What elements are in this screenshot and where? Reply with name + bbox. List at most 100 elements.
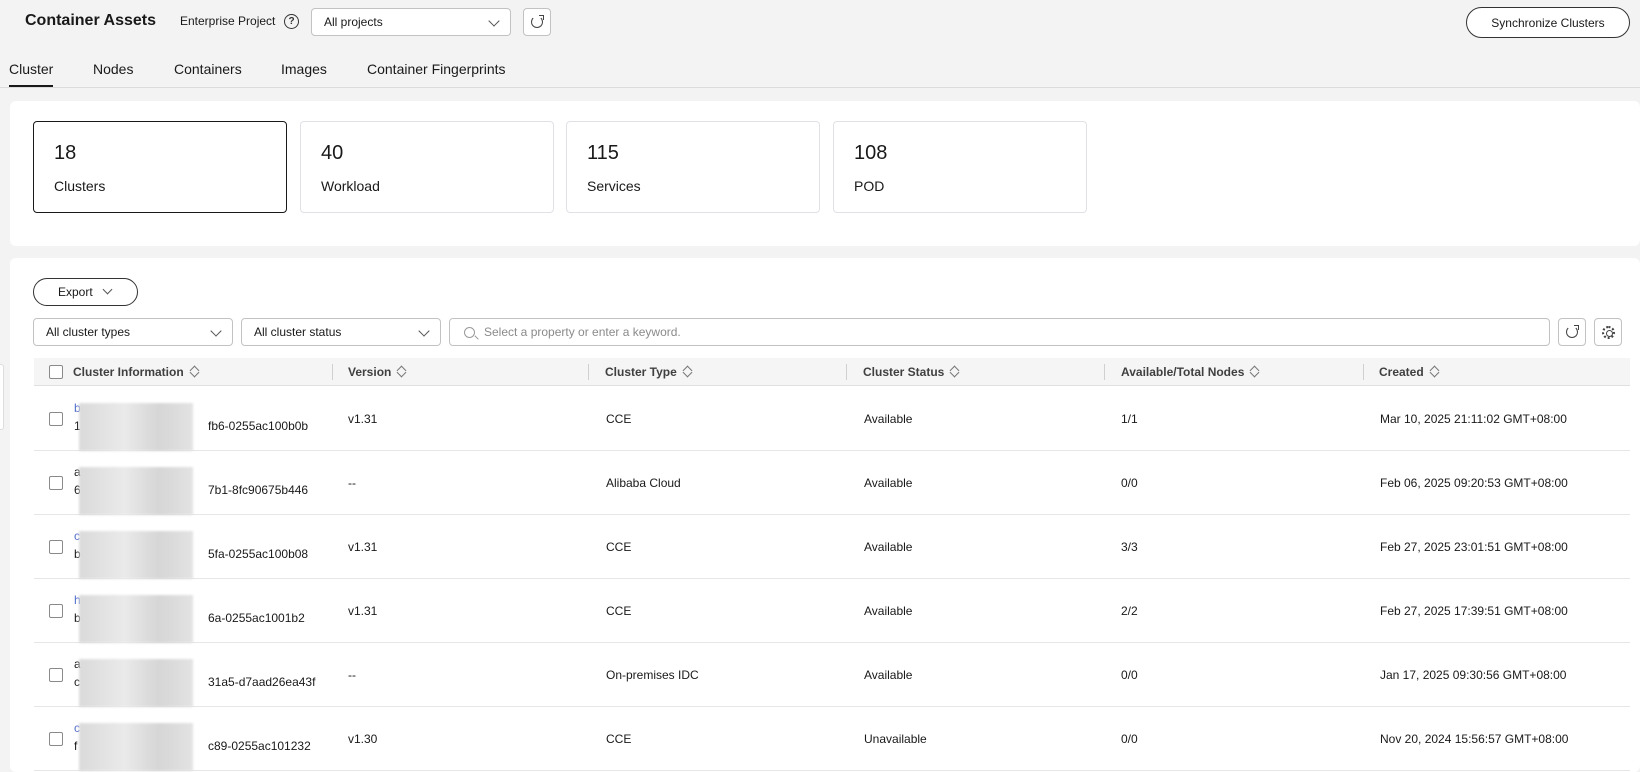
sort-icon[interactable] bbox=[1430, 367, 1440, 378]
refresh-projects-button[interactable] bbox=[523, 8, 551, 36]
gear-icon bbox=[1601, 325, 1615, 339]
tab-bar: Cluster Nodes Containers Images Containe… bbox=[0, 44, 1640, 88]
tab-cluster[interactable]: Cluster bbox=[9, 61, 54, 87]
row-checkbox[interactable] bbox=[49, 604, 63, 618]
stat-label: POD bbox=[854, 178, 885, 194]
table-settings-button[interactable] bbox=[1594, 318, 1622, 346]
stat-label: Workload bbox=[321, 178, 380, 194]
synchronize-clusters-button[interactable]: Synchronize Clusters bbox=[1466, 7, 1630, 38]
row-checkbox[interactable] bbox=[49, 412, 63, 426]
column-header-version[interactable]: Version bbox=[348, 365, 407, 379]
sort-icon[interactable] bbox=[950, 367, 960, 378]
cluster-status-filter[interactable]: All cluster status bbox=[241, 318, 441, 346]
column-header-cluster-type[interactable]: Cluster Type bbox=[605, 365, 693, 379]
created-cell: Feb 27, 2025 23:01:51 GMT+08:00 bbox=[1380, 540, 1568, 554]
sort-icon[interactable] bbox=[397, 367, 407, 378]
side-panel-handle[interactable] bbox=[0, 364, 4, 430]
table-row: a 6 7b1-8fc90675b446 -- Alibaba Cloud Av… bbox=[34, 451, 1630, 515]
tab-images[interactable]: Images bbox=[281, 61, 327, 85]
cluster-type-cell: Alibaba Cloud bbox=[606, 476, 681, 490]
search-icon bbox=[464, 327, 475, 338]
tab-nodes[interactable]: Nodes bbox=[93, 61, 133, 85]
version-cell: -- bbox=[348, 668, 356, 682]
nodes-cell: 1/1 bbox=[1121, 412, 1138, 426]
nodes-cell: 0/0 bbox=[1121, 476, 1138, 490]
stat-card-clusters[interactable]: 18 Clusters bbox=[33, 121, 287, 213]
help-icon[interactable]: ? bbox=[284, 14, 299, 29]
column-header-created[interactable]: Created bbox=[1379, 365, 1440, 379]
stat-label: Clusters bbox=[54, 178, 106, 194]
stat-label: Services bbox=[587, 178, 641, 194]
chevron-down-icon bbox=[210, 325, 222, 337]
column-label: Cluster Information bbox=[73, 365, 184, 379]
table-header: Cluster Information Version Cluster Type… bbox=[34, 358, 1630, 386]
stat-card-workload[interactable]: 40 Workload bbox=[300, 121, 554, 213]
row-checkbox[interactable] bbox=[49, 668, 63, 682]
row-checkbox[interactable] bbox=[49, 540, 63, 554]
select-all-checkbox[interactable] bbox=[49, 365, 63, 379]
cluster-status-cell: Available bbox=[864, 540, 913, 554]
tab-containers[interactable]: Containers bbox=[174, 61, 242, 85]
project-select-value: All projects bbox=[324, 15, 383, 29]
search-input[interactable]: Select a property or enter a keyword. bbox=[449, 318, 1550, 346]
refresh-table-button[interactable] bbox=[1558, 318, 1586, 346]
column-divider bbox=[1104, 364, 1105, 380]
enterprise-project-select[interactable]: All projects bbox=[311, 8, 511, 36]
created-cell: Feb 27, 2025 17:39:51 GMT+08:00 bbox=[1380, 604, 1568, 618]
refresh-icon bbox=[531, 15, 544, 28]
cluster-status-cell: Unavailable bbox=[864, 732, 927, 746]
cluster-id-prefix: f bbox=[74, 739, 78, 753]
cluster-type-cell: On-premises IDC bbox=[606, 668, 699, 682]
tab-container-fingerprints[interactable]: Container Fingerprints bbox=[367, 61, 506, 85]
page-title: Container Assets bbox=[25, 12, 156, 29]
column-divider bbox=[588, 364, 589, 380]
created-cell: Nov 20, 2024 15:56:57 GMT+08:00 bbox=[1380, 732, 1569, 746]
nodes-cell: 2/2 bbox=[1121, 604, 1138, 618]
row-checkbox[interactable] bbox=[49, 732, 63, 746]
stat-card-pod[interactable]: 108 POD bbox=[833, 121, 1087, 213]
cluster-id-suffix: fb6-0255ac100b0b bbox=[208, 419, 309, 433]
redaction-blur bbox=[79, 467, 193, 515]
column-divider bbox=[1363, 364, 1364, 380]
table-row: c b 5fa-0255ac100b08 v1.31 CCE Available… bbox=[34, 515, 1630, 579]
version-cell: -- bbox=[348, 476, 356, 490]
version-cell: v1.31 bbox=[348, 540, 378, 554]
stat-card-services[interactable]: 115 Services bbox=[566, 121, 820, 213]
cluster-id-suffix: 6a-0255ac1001b2 bbox=[208, 611, 305, 625]
version-cell: v1.30 bbox=[348, 732, 378, 746]
column-header-cluster-information[interactable]: Cluster Information bbox=[73, 365, 200, 379]
chevron-down-icon bbox=[488, 15, 500, 27]
enterprise-project-label: Enterprise Project bbox=[180, 14, 276, 28]
chevron-down-icon bbox=[418, 325, 430, 337]
column-label: Cluster Type bbox=[605, 365, 677, 379]
redaction-blur bbox=[79, 531, 193, 579]
cluster-type-filter-value: All cluster types bbox=[46, 325, 131, 339]
column-label: Available/Total Nodes bbox=[1121, 365, 1245, 379]
version-cell: v1.31 bbox=[348, 604, 378, 618]
nodes-cell: 0/0 bbox=[1121, 668, 1138, 682]
export-button[interactable]: Export bbox=[33, 278, 138, 306]
redaction-blur bbox=[79, 595, 193, 643]
sort-icon[interactable] bbox=[190, 367, 200, 378]
column-divider bbox=[332, 364, 333, 380]
column-label: Created bbox=[1379, 365, 1424, 379]
sort-icon[interactable] bbox=[683, 367, 693, 378]
version-cell: v1.31 bbox=[348, 412, 378, 426]
nodes-cell: 0/0 bbox=[1121, 732, 1138, 746]
stat-value: 18 bbox=[54, 142, 77, 164]
cluster-type-cell: CCE bbox=[606, 540, 632, 554]
cluster-table-panel: Export All cluster types All cluster sta… bbox=[10, 258, 1640, 772]
redaction-blur bbox=[79, 403, 193, 451]
chevron-down-icon bbox=[102, 284, 113, 295]
cluster-type-filter[interactable]: All cluster types bbox=[33, 318, 233, 346]
cluster-status-cell: Available bbox=[864, 476, 913, 490]
column-header-available-total-nodes[interactable]: Available/Total Nodes bbox=[1121, 365, 1260, 379]
cluster-type-cell: CCE bbox=[606, 604, 632, 618]
column-header-cluster-status[interactable]: Cluster Status bbox=[863, 365, 960, 379]
cluster-status-cell: Available bbox=[864, 668, 913, 682]
table-row: a c 31a5-d7aad26ea43f -- On-premises IDC… bbox=[34, 643, 1630, 707]
refresh-icon bbox=[1566, 325, 1579, 338]
row-checkbox[interactable] bbox=[49, 476, 63, 490]
sort-icon[interactable] bbox=[1250, 367, 1260, 378]
table-row: c f c89-0255ac101232 v1.30 CCE Unavailab… bbox=[34, 707, 1630, 771]
